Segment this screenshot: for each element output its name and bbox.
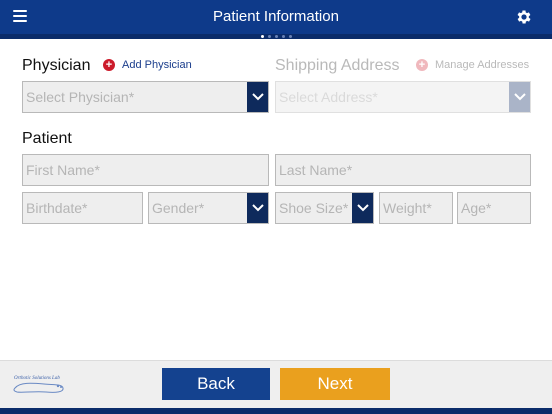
add-physician-link[interactable]: + Add Physician — [103, 59, 192, 71]
manage-addresses-link[interactable]: + Manage Addresses — [416, 59, 529, 71]
page-title: Patient Information — [213, 8, 339, 25]
gear-icon[interactable] — [515, 8, 533, 26]
first-name-field[interactable]: First Name* — [22, 154, 269, 186]
age-field[interactable]: Age* — [457, 192, 531, 224]
chevron-down-icon[interactable] — [247, 82, 268, 112]
physician-label: Physician — [22, 57, 91, 74]
birthdate-field[interactable]: Birthdate* — [22, 192, 143, 224]
plus-icon: + — [103, 59, 115, 71]
physician-select[interactable]: Select Physician* — [22, 81, 269, 113]
chevron-down-icon[interactable] — [352, 193, 373, 223]
page-dot — [288, 35, 292, 38]
physician-select-placeholder: Select Physician* — [26, 89, 135, 105]
first-name-placeholder: First Name* — [26, 162, 100, 178]
shipping-address-label: Shipping Address — [275, 57, 400, 74]
logo-text: Orthotic Solutions Lab — [14, 376, 60, 381]
plus-icon: + — [416, 59, 428, 71]
weight-placeholder: Weight* — [383, 200, 432, 216]
page-indicator — [0, 34, 552, 39]
add-physician-label: Add Physician — [122, 59, 192, 71]
address-select-placeholder: Select Address* — [279, 89, 378, 105]
birthdate-placeholder: Birthdate* — [26, 200, 88, 216]
patient-label: Patient — [22, 130, 72, 147]
address-select[interactable]: Select Address* — [275, 81, 531, 113]
chevron-down-icon[interactable] — [247, 193, 268, 223]
footer-bar — [0, 360, 552, 408]
page-dot — [274, 35, 278, 38]
back-button[interactable]: Back — [162, 368, 270, 400]
gender-select[interactable]: Gender* — [148, 192, 269, 224]
last-name-placeholder: Last Name* — [279, 162, 353, 178]
manage-addresses-label: Manage Addresses — [435, 59, 530, 71]
footer-strip — [0, 408, 552, 414]
shoe-size-placeholder: Shoe Size* — [279, 200, 349, 216]
weight-field[interactable]: Weight* — [379, 192, 453, 224]
page-dot — [260, 35, 264, 38]
age-placeholder: Age* — [461, 200, 492, 216]
page-dot — [281, 35, 285, 38]
last-name-field[interactable]: Last Name* — [275, 154, 531, 186]
chevron-down-icon[interactable] — [509, 82, 530, 112]
shoe-size-select[interactable]: Shoe Size* — [275, 192, 374, 224]
page-dot — [267, 35, 271, 38]
gender-placeholder: Gender* — [152, 200, 205, 216]
next-button[interactable]: Next — [280, 368, 390, 400]
company-logo: Orthotic Solutions Lab — [13, 376, 64, 393]
top-bar: Patient Information — [0, 0, 552, 34]
